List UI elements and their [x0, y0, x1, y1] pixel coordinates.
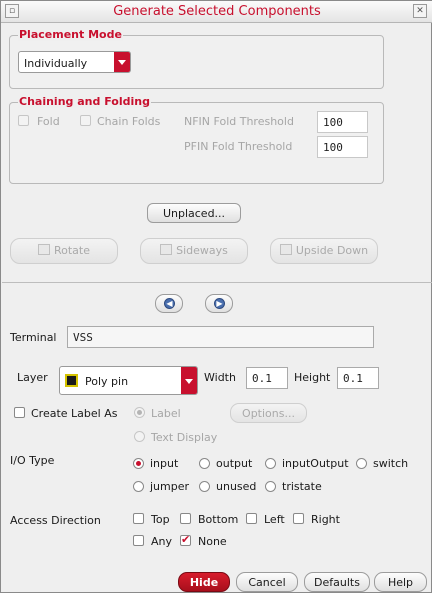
access-any-checkbox[interactable] — [133, 535, 144, 546]
terminal-field[interactable]: VSS — [67, 326, 374, 348]
height-input[interactable]: 0.1 — [337, 367, 379, 389]
label-radio[interactable] — [134, 407, 145, 418]
chaining-folding-title: Chaining and Folding — [18, 95, 151, 108]
height-label: Height — [294, 371, 331, 384]
layer-swatch-icon — [65, 374, 78, 387]
label-radio-label: Label — [151, 407, 181, 420]
next-button[interactable]: ▶ — [205, 294, 233, 313]
io-switch-label: switch — [373, 457, 409, 470]
arrow-left-icon: ◀ — [164, 298, 175, 309]
access-direction-label: Access Direction — [10, 514, 101, 527]
fold-checkbox[interactable] — [18, 115, 29, 126]
chain-folds-checkbox[interactable] — [80, 115, 91, 126]
nfin-threshold-label: NFIN Fold Threshold — [184, 115, 294, 128]
window-title: Generate Selected Components — [113, 4, 321, 19]
io-inputoutput-label: inputOutput — [282, 457, 349, 470]
section-divider — [2, 282, 432, 283]
io-jumper-label: jumper — [150, 480, 190, 493]
io-output-radio[interactable] — [199, 458, 210, 469]
upside-down-button[interactable]: Upside Down — [270, 238, 378, 264]
unplaced-button[interactable]: Unplaced... — [147, 203, 241, 223]
rotate-button[interactable]: Rotate — [10, 238, 118, 264]
pfin-threshold-label: PFIN Fold Threshold — [184, 140, 293, 153]
pfin-threshold-input[interactable]: 100 — [317, 136, 368, 158]
access-bottom-label: Bottom — [198, 513, 239, 526]
fold-label: Fold — [37, 115, 60, 128]
sideways-icon — [160, 244, 173, 255]
chain-folds-label: Chain Folds — [97, 115, 161, 128]
dialog-window: ▫ Generate Selected Components ✕ Placeme… — [0, 0, 432, 593]
io-type-label: I/O Type — [10, 454, 55, 467]
placement-mode-title: Placement Mode — [18, 28, 123, 41]
close-icon[interactable]: ✕ — [413, 4, 427, 18]
layer-label: Layer — [17, 371, 48, 384]
access-left-label: Left — [264, 513, 285, 526]
layer-value: Poly pin — [85, 375, 129, 388]
sideways-label: Sideways — [176, 244, 228, 257]
io-unused-label: unused — [216, 480, 257, 493]
chevron-down-icon — [114, 52, 130, 72]
upside-down-label: Upside Down — [295, 244, 369, 257]
io-unused-radio[interactable] — [199, 481, 210, 492]
upside-down-icon — [279, 244, 292, 255]
access-bottom-checkbox[interactable] — [180, 513, 191, 524]
rotate-label: Rotate — [53, 244, 90, 257]
create-label-checkbox[interactable] — [14, 407, 25, 418]
text-display-radio[interactable] — [134, 431, 145, 442]
access-right-checkbox[interactable] — [293, 513, 304, 524]
previous-button[interactable]: ◀ — [155, 294, 183, 313]
access-right-label: Right — [311, 513, 340, 526]
placement-mode-select[interactable]: Individually — [18, 51, 131, 73]
io-jumper-radio[interactable] — [133, 481, 144, 492]
access-top-checkbox[interactable] — [133, 513, 144, 524]
width-input[interactable]: 0.1 — [246, 367, 288, 389]
io-output-label: output — [216, 457, 253, 470]
nfin-threshold-input[interactable]: 100 — [317, 111, 368, 133]
cancel-button[interactable]: Cancel — [236, 572, 298, 592]
chevron-down-icon — [181, 367, 197, 394]
io-tristate-label: tristate — [282, 480, 322, 493]
arrow-right-icon: ▶ — [214, 298, 225, 309]
access-none-checkbox[interactable] — [180, 533, 191, 546]
options-button[interactable]: Options... — [230, 403, 307, 423]
text-display-label: Text Display — [151, 431, 218, 444]
access-any-label: Any — [151, 535, 173, 548]
io-switch-radio[interactable] — [356, 458, 367, 469]
hide-button[interactable]: Hide — [178, 572, 230, 592]
placement-mode-value: Individually — [24, 57, 88, 70]
title-bar[interactable]: ▫ Generate Selected Components ✕ — [1, 1, 432, 23]
width-label: Width — [204, 371, 236, 384]
io-inputoutput-radio[interactable] — [265, 458, 276, 469]
access-none-label: None — [198, 535, 227, 548]
io-tristate-radio[interactable] — [265, 481, 276, 492]
rotate-icon — [37, 244, 50, 255]
help-button[interactable]: Help — [374, 572, 427, 592]
defaults-button[interactable]: Defaults — [304, 572, 370, 592]
sideways-button[interactable]: Sideways — [140, 238, 248, 264]
io-input-label: input — [150, 457, 179, 470]
create-label-label: Create Label As — [31, 407, 118, 420]
access-left-checkbox[interactable] — [246, 513, 257, 524]
io-input-radio[interactable] — [133, 458, 144, 469]
layer-select[interactable]: Poly pin — [59, 366, 198, 395]
access-top-label: Top — [151, 513, 170, 526]
terminal-label: Terminal — [10, 331, 57, 344]
